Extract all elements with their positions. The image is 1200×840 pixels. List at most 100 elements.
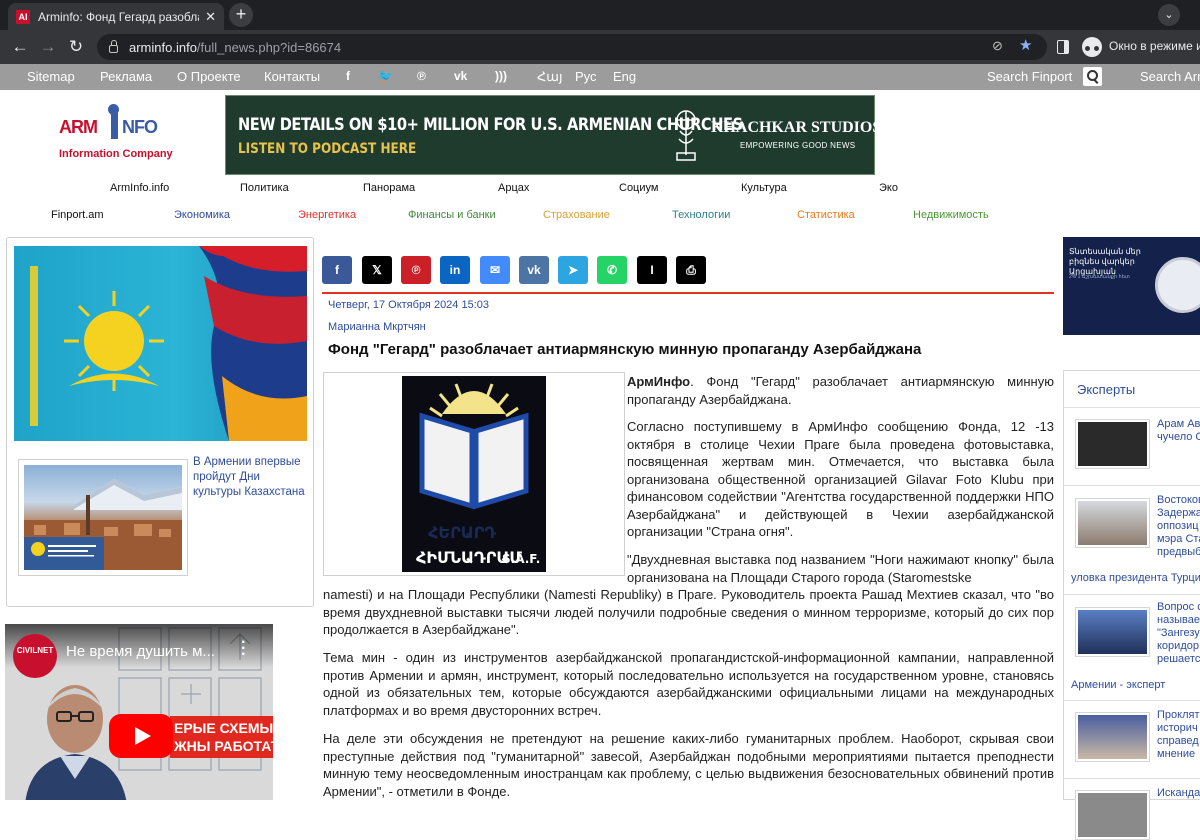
menu-economy[interactable]: Экономика bbox=[174, 209, 230, 221]
incognito-icon[interactable] bbox=[1082, 37, 1102, 57]
close-tab-icon[interactable]: ✕ bbox=[205, 9, 216, 25]
pinterest-share-button[interactable]: ℗ bbox=[401, 256, 431, 284]
nav-link-contacts[interactable]: Контакты bbox=[264, 69, 320, 84]
reload-icon[interactable]: ↻ bbox=[64, 35, 88, 59]
expert-line: "Зангезу bbox=[1157, 627, 1200, 639]
expert-item-text[interactable]: Арам Ав чучело С bbox=[1157, 418, 1200, 444]
facebook-icon[interactable]: f bbox=[346, 69, 350, 83]
thumb-caption[interactable]: В Армении впервые пройдут Дни культуры К… bbox=[193, 455, 308, 500]
nav-link-about[interactable]: О Проекте bbox=[177, 69, 241, 84]
expert-item-text[interactable]: Вопрос с называе "Зангезу коридор решает… bbox=[1157, 601, 1200, 666]
right-ad-banner[interactable]: Տնտեսական մեր բիզնես վարկեր Արցախյան 2% … bbox=[1063, 237, 1200, 335]
instapaper-share-button[interactable]: I bbox=[637, 256, 667, 284]
lang-armenian[interactable]: Հայ bbox=[537, 69, 563, 85]
expert-line-wide[interactable]: уловка президента Турции bbox=[1071, 572, 1200, 585]
logo-info: NFO bbox=[122, 117, 158, 137]
search-finport-link[interactable]: Search Finport bbox=[987, 69, 1072, 84]
bookmark-star-icon[interactable]: ★ bbox=[1019, 36, 1032, 54]
menu-politics[interactable]: Политика bbox=[240, 182, 289, 194]
menu-technology[interactable]: Технологии bbox=[672, 209, 730, 221]
expert-line: Искандa bbox=[1157, 787, 1200, 799]
site-top-nav: Sitemap Реклама О Проекте Контакты f 🐦 ℗… bbox=[0, 64, 1200, 90]
vk-icon[interactable]: vk bbox=[454, 69, 467, 83]
expert-line: мнение bbox=[1157, 748, 1196, 760]
search-icon[interactable] bbox=[1083, 67, 1102, 86]
article-author[interactable]: Марианна Мкртчян bbox=[328, 321, 426, 333]
eye-off-icon[interactable]: ⊘ bbox=[992, 38, 1003, 54]
video-overlay-line2: ЖНЫ РАБОТАТ bbox=[174, 738, 273, 754]
khachkar-icon bbox=[676, 110, 696, 161]
url-host: arminfo.info bbox=[129, 39, 197, 55]
vk-share-button[interactable]: vk bbox=[519, 256, 549, 284]
expert-photo[interactable] bbox=[1075, 712, 1150, 762]
menu-eco[interactable]: Эко bbox=[879, 182, 898, 194]
site-favicon-icon: AI bbox=[16, 9, 30, 24]
menu-culture[interactable]: Культура bbox=[741, 182, 787, 194]
gegard-foundation-logo-image[interactable]: ՀԵՐԱՐԴ ՀԻՄՆԱԴՐԱՄ S.A.F. bbox=[402, 376, 546, 572]
rss-icon[interactable]: ))) bbox=[495, 69, 507, 83]
article-paragraph-3: Тема мин - один из инструментов азербайд… bbox=[323, 650, 1054, 718]
lang-english[interactable]: Eng bbox=[613, 69, 636, 84]
back-arrow-icon[interactable]: ← bbox=[8, 35, 32, 59]
play-button-icon[interactable] bbox=[109, 714, 173, 758]
expert-photo[interactable] bbox=[1075, 790, 1150, 840]
menu-finance[interactable]: Финансы и банки bbox=[408, 209, 496, 221]
expert-photo[interactable] bbox=[1075, 498, 1150, 548]
menu-artsakh[interactable]: Арцах bbox=[498, 182, 529, 194]
expert-photo[interactable] bbox=[1075, 419, 1150, 469]
kazakhstan-armenia-flags-image[interactable] bbox=[14, 246, 307, 441]
expert-item-text[interactable]: Проклят историч справед мнение bbox=[1157, 709, 1200, 761]
nav-link-sitemap[interactable]: Sitemap bbox=[27, 69, 75, 84]
experts-divider bbox=[1063, 407, 1200, 408]
menu-arminfo[interactable]: ArmInfo.info bbox=[110, 182, 169, 194]
menu-energy[interactable]: Энергетика bbox=[298, 209, 356, 221]
lock-icon[interactable] bbox=[109, 39, 118, 53]
search-arminfo-link[interactable]: Search Arm bbox=[1140, 69, 1200, 84]
menu-statistics[interactable]: Статистика bbox=[797, 209, 855, 221]
expert-line: оппозиц bbox=[1157, 520, 1199, 532]
expert-line: мэра Ста bbox=[1157, 533, 1200, 545]
address-bar[interactable]: arminfo.info/full_news.php?id=86674 ⊘ ★ bbox=[97, 34, 1047, 60]
nav-link-ads[interactable]: Реклама bbox=[100, 69, 152, 84]
article-headline: Фонд "Гегард" разоблачает антиармянскую … bbox=[328, 341, 922, 358]
menu-panorama[interactable]: Панорама bbox=[363, 182, 415, 194]
experts-divider bbox=[1063, 594, 1200, 595]
facebook-share-button[interactable]: f bbox=[322, 256, 352, 284]
expert-line: коридор bbox=[1157, 640, 1199, 652]
svg-text:ՀԵՐԱՐԴ: ՀԵՐԱՐԴ bbox=[428, 523, 496, 542]
youtube-video-embed[interactable]: CIVILNET Не время душить м... · · · ЕРЫЕ С… bbox=[5, 624, 273, 800]
arminfo-logo[interactable]: ARM NFO Information Company bbox=[56, 103, 176, 163]
new-tab-button[interactable]: + bbox=[229, 3, 253, 27]
browser-tab[interactable]: AI Arminfo: Фонд Гегард разоблача ✕ bbox=[8, 3, 224, 30]
image-caption-saf: S.A.F. bbox=[502, 552, 540, 566]
right-banner-text: Տնտեսական մեր բիզնես վարկեր Արցախյան bbox=[1069, 247, 1141, 276]
linkedin-share-button[interactable]: in bbox=[440, 256, 470, 284]
menu-insurance[interactable]: Страхование bbox=[543, 209, 610, 221]
menu-society[interactable]: Социум bbox=[619, 182, 658, 194]
expert-item-text[interactable]: Искандa bbox=[1157, 787, 1200, 800]
expert-line-wide[interactable]: Армении - эксперт bbox=[1071, 679, 1165, 692]
side-panel-icon[interactable] bbox=[1057, 40, 1069, 54]
print-share-button[interactable]: ⎙ bbox=[676, 256, 706, 284]
tab-search-chevron-icon[interactable]: ⌄ bbox=[1158, 4, 1180, 26]
lang-russian[interactable]: Рус bbox=[575, 69, 597, 84]
telegram-share-button[interactable]: ➤ bbox=[558, 256, 588, 284]
expert-line: чучело С bbox=[1157, 431, 1200, 443]
messenger-share-button[interactable]: ✉ bbox=[480, 256, 510, 284]
video-title[interactable]: Не время душить м... bbox=[66, 643, 215, 660]
pinterest-icon[interactable]: ℗ bbox=[417, 69, 426, 83]
menu-realty[interactable]: Недвижимость bbox=[913, 209, 989, 221]
forward-arrow-icon[interactable]: → bbox=[36, 35, 60, 59]
expert-item-text[interactable]: Востоков Задержа оппозиц мэра Ста предвы… bbox=[1157, 494, 1200, 559]
whatsapp-share-button[interactable]: ✆ bbox=[597, 256, 627, 284]
ad-banner[interactable]: NEW DETAILS ON $10+ MILLION FOR U.S. ARM… bbox=[225, 95, 881, 175]
news-thumbnail[interactable] bbox=[18, 459, 188, 576]
article-paragraph-4: На деле эти обсуждения не претендуют на … bbox=[323, 731, 1054, 799]
twitter-icon[interactable]: 🐦 bbox=[378, 69, 393, 83]
menu-finport[interactable]: Finport.am bbox=[51, 209, 104, 221]
x-share-button[interactable]: 𝕏 bbox=[362, 256, 392, 284]
more-options-icon[interactable]: · · · bbox=[241, 635, 246, 663]
experts-divider bbox=[1063, 778, 1200, 779]
expert-photo[interactable] bbox=[1075, 607, 1150, 657]
civilnet-channel-avatar[interactable]: CIVILNET bbox=[13, 634, 57, 678]
